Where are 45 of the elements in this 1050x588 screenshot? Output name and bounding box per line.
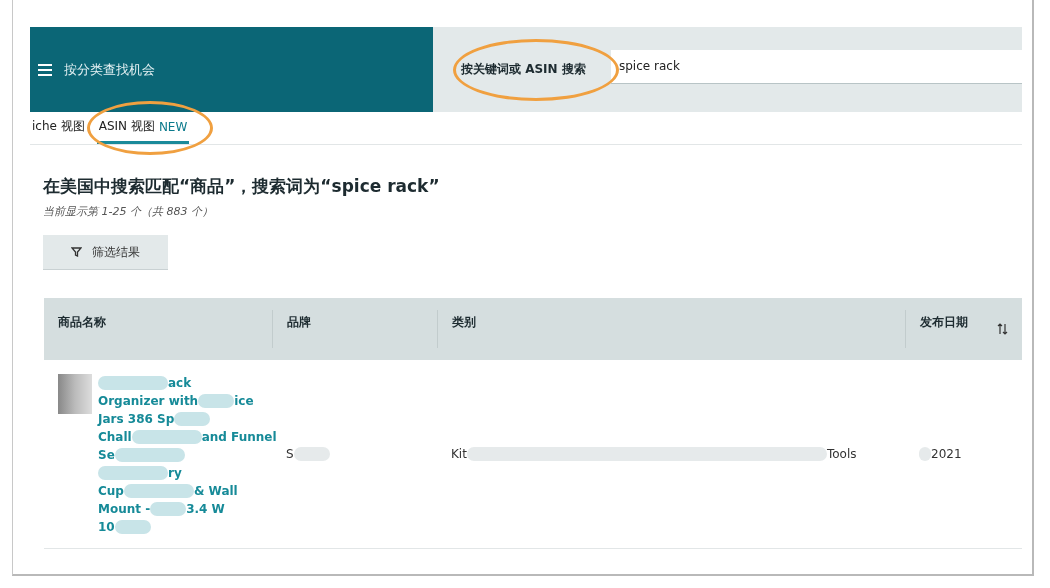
product-link[interactable]: 3.4 W: [186, 502, 225, 516]
search-field[interactable]: spice rack: [611, 49, 1022, 84]
product-link[interactable]: Mount -: [98, 502, 151, 516]
redaction-blur: [198, 394, 235, 408]
redaction-blur: [123, 484, 194, 498]
results-count: 当前显示第 1-25 个（共 883 个）: [43, 204, 214, 219]
redaction-blur: [150, 502, 187, 516]
redaction-blur: [919, 447, 931, 461]
product-link[interactable]: ack: [168, 376, 192, 390]
view-tab[interactable]: iche 视图: [30, 112, 87, 144]
redaction-blur: [293, 447, 330, 461]
column-header: 类别: [452, 314, 476, 331]
view-tab[interactable]: ASIN 视图 NEW: [96, 112, 190, 144]
filter-button[interactable]: 筛选结果: [43, 235, 168, 270]
product-link[interactable]: Chall: [98, 430, 132, 444]
product-link[interactable]: Se: [98, 448, 115, 462]
menu-icon[interactable]: [38, 63, 52, 76]
table-cell-text: 2021: [931, 447, 962, 461]
filter-icon: [71, 247, 82, 257]
product-link[interactable]: 10: [98, 520, 115, 534]
product-link[interactable]: Cup: [98, 484, 124, 498]
product-link[interactable]: ice: [234, 394, 254, 408]
table-cell-text: S: [286, 447, 294, 461]
new-label: NEW: [158, 119, 188, 134]
category-finder-link[interactable]: 按分类查找机会: [64, 60, 155, 79]
table-cell-text: Kit: [451, 447, 467, 461]
sort-icon[interactable]: [997, 322, 1008, 336]
search-label: 按关键词或 ASIN 搜索: [461, 61, 587, 78]
redaction-blur: [114, 448, 185, 462]
product-link[interactable]: & Wall: [193, 484, 238, 498]
redaction-blur: [174, 412, 211, 426]
results-title: 在美国中搜索匹配“商品”，搜索词为“spice rack”: [43, 175, 441, 198]
column-header: 发布日期: [920, 314, 968, 331]
product-link[interactable]: Jars 386 Sp: [98, 412, 175, 426]
column-header: 商品名称: [58, 314, 106, 331]
table-cell-text: Tools: [826, 447, 857, 461]
column-header: 品牌: [287, 314, 311, 331]
redaction-blur: [98, 376, 168, 390]
redaction-blur: [131, 430, 202, 444]
product-thumbnail: [58, 374, 92, 414]
product-link[interactable]: and Funnel: [201, 430, 277, 444]
redaction-blur: [98, 466, 168, 480]
product-link[interactable]: ry: [168, 466, 182, 480]
product-link[interactable]: Organizer with: [98, 394, 199, 408]
redaction-blur: [114, 520, 151, 534]
